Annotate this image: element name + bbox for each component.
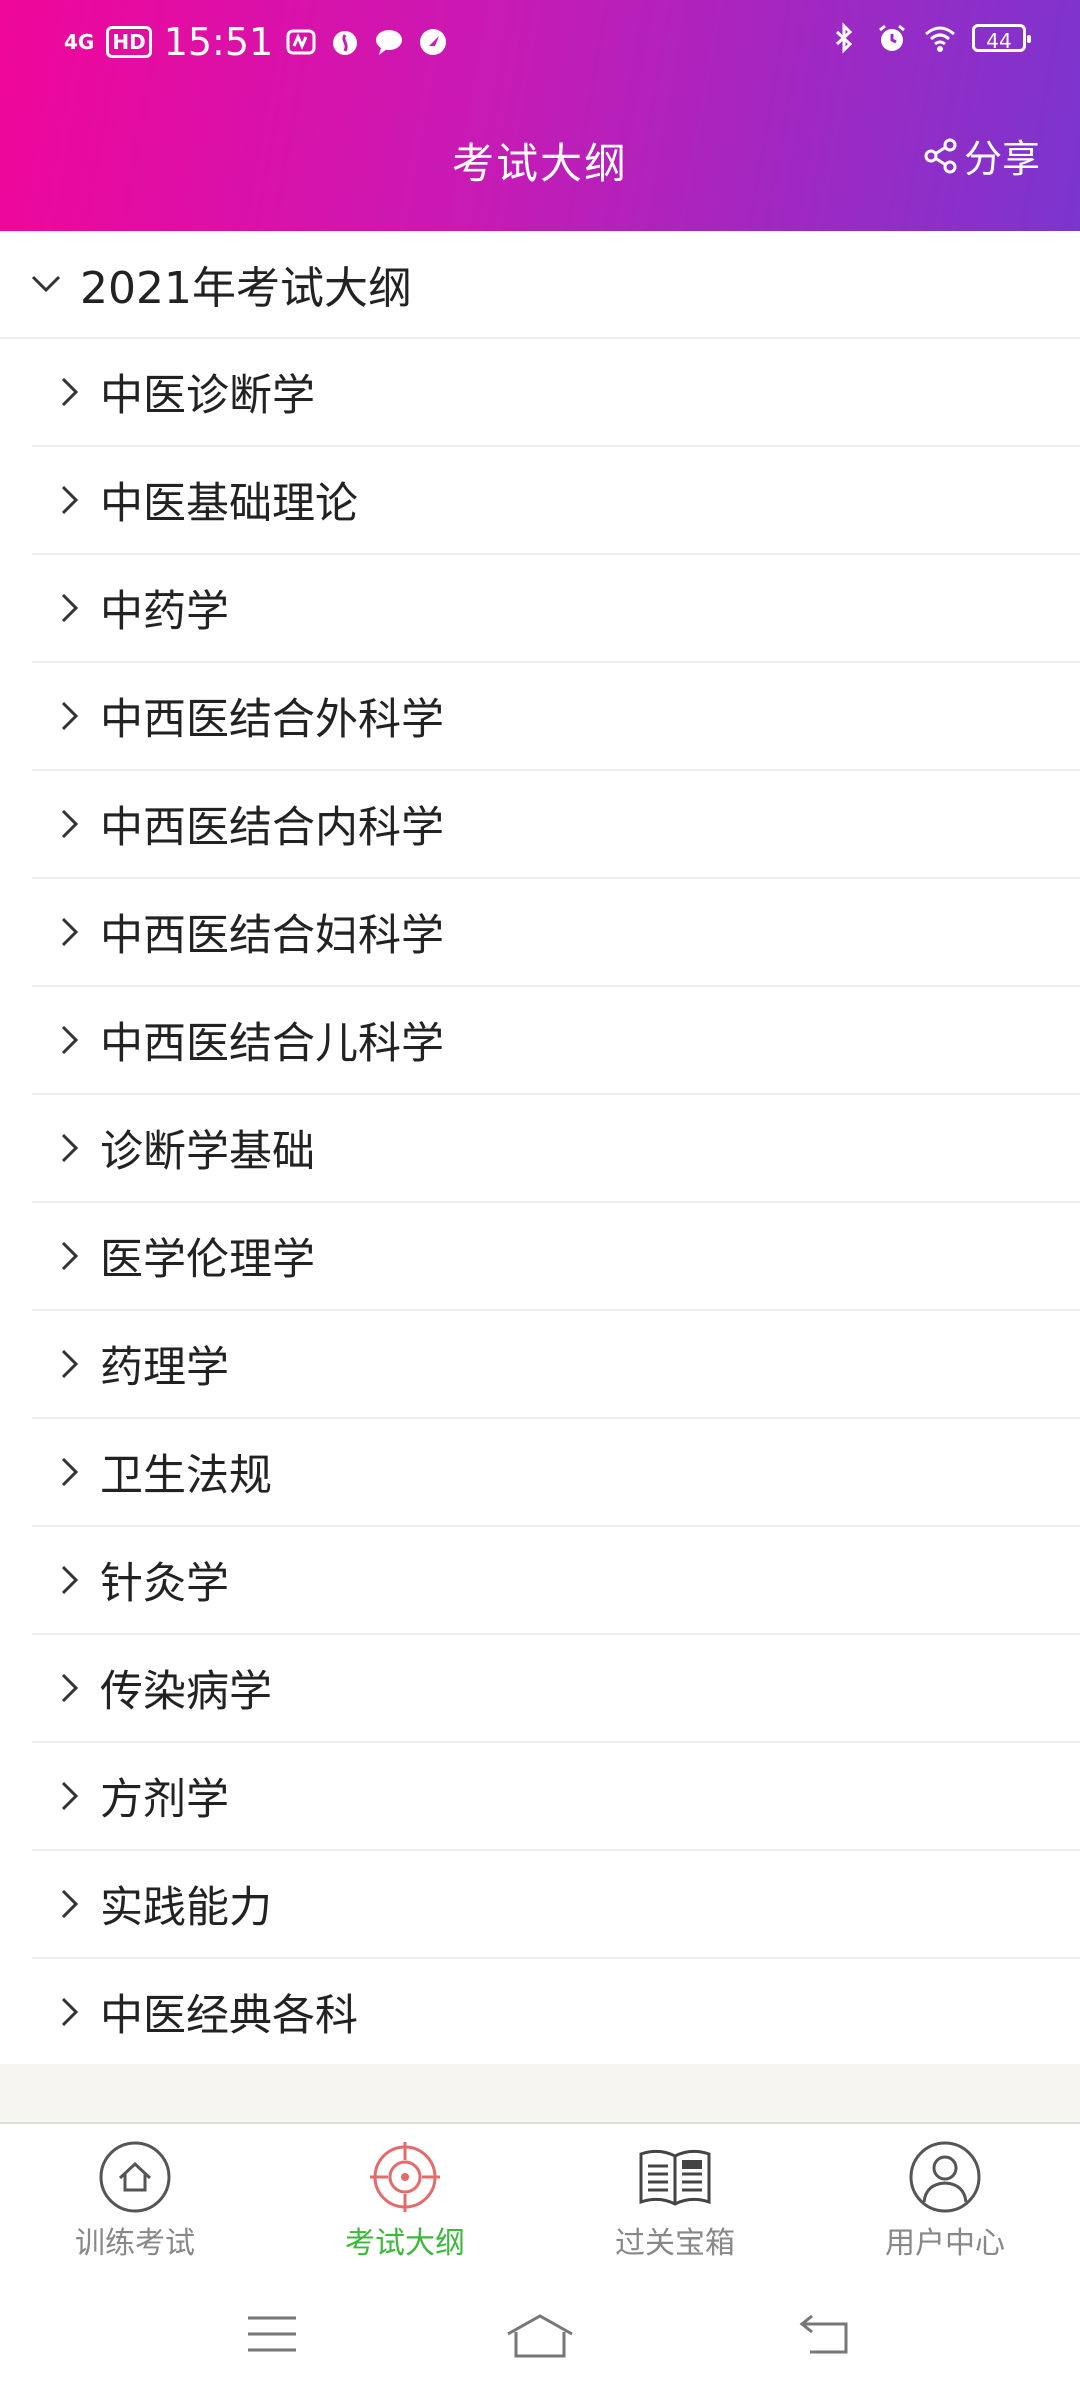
user-icon	[909, 2141, 981, 2213]
outline-item[interactable]: 中医经典各科	[32, 1959, 1080, 2067]
chevron-right-icon	[61, 1349, 79, 1379]
outline-item-label: 传染病学	[100, 1667, 272, 1717]
share-label: 分享	[963, 137, 1040, 181]
outline-item[interactable]: 针灸学	[32, 1527, 1080, 1635]
outline-item[interactable]: 中药学	[32, 555, 1080, 663]
bottom-tab-bar: 训练考试 考试大纲 过关宝箱 用户中心	[0, 2122, 1080, 2274]
bluetooth-icon	[835, 22, 853, 54]
outline-item[interactable]: 传染病学	[32, 1635, 1080, 1743]
compass-notification-icon	[420, 29, 447, 55]
tab-label: 考试大纲	[345, 2226, 465, 2261]
tab-treasure-box[interactable]: 过关宝箱	[540, 2124, 810, 2274]
chevron-down-icon	[31, 275, 61, 293]
chevron-right-icon	[61, 1889, 79, 1919]
outline-item[interactable]: 药理学	[32, 1311, 1080, 1419]
outline-item-label: 卫生法规	[100, 1451, 272, 1501]
home-nav-icon[interactable]	[504, 2312, 576, 2360]
chevron-right-icon	[61, 1457, 79, 1487]
tab-label: 过关宝箱	[615, 2226, 735, 2261]
status-time: 15:51	[163, 20, 274, 64]
chevron-right-icon	[61, 1781, 79, 1811]
system-navigation-bar	[0, 2272, 1080, 2400]
outline-item-label: 中医基础理论	[100, 479, 358, 529]
chevron-right-icon	[61, 1025, 79, 1055]
hd-badge: HD	[106, 26, 152, 58]
wifi-icon	[925, 26, 955, 52]
chevron-right-icon	[61, 1565, 79, 1595]
app-notification-icon	[286, 29, 316, 55]
tab-label: 用户中心	[885, 2226, 1005, 2261]
home-icon	[99, 2141, 171, 2213]
outline-item-label: 实践能力	[100, 1883, 272, 1933]
chevron-right-icon	[61, 1133, 79, 1163]
outline-item-label: 中西医结合内科学	[100, 803, 444, 853]
outline-item[interactable]: 中医基础理论	[32, 447, 1080, 555]
outline-item-label: 医学伦理学	[100, 1235, 315, 1285]
tab-training-exam[interactable]: 训练考试	[0, 2124, 270, 2274]
outline-item-label: 中医经典各科	[100, 1991, 358, 2041]
share-icon	[924, 138, 957, 173]
chevron-right-icon	[61, 1997, 79, 2027]
outline-item-label: 中西医结合妇科学	[100, 911, 444, 961]
outline-item[interactable]: 方剂学	[32, 1743, 1080, 1851]
app-header: 4G HD 15:51 44 考试大纲 分享	[0, 0, 1080, 231]
back-icon[interactable]	[796, 2312, 852, 2356]
message-notification-icon	[376, 30, 403, 55]
share-button[interactable]: 分享	[924, 128, 1040, 183]
outline-item[interactable]: 中医诊断学	[32, 339, 1080, 447]
chevron-right-icon	[61, 917, 79, 947]
page-title: 考试大纲	[451, 139, 628, 188]
chevron-right-icon	[61, 809, 79, 839]
outline-item[interactable]: 中西医结合儿科学	[32, 987, 1080, 1095]
target-icon	[370, 2142, 440, 2212]
list-footer-spacer	[0, 2064, 1080, 2124]
chevron-right-icon	[61, 1673, 79, 1703]
status-bar: 4G HD 15:51 44	[0, 0, 1080, 86]
battery-indicator: 44	[972, 24, 1031, 53]
chevron-right-icon	[61, 1241, 79, 1271]
tab-label: 训练考试	[75, 2226, 195, 2261]
outline-item-label: 针灸学	[100, 1559, 229, 1609]
outline-item-label: 中西医结合外科学	[100, 695, 444, 745]
outline-item[interactable]: 实践能力	[32, 1851, 1080, 1959]
outline-list: 2021年考试大纲 中医诊断学中医基础理论 中药学中西医结合外科学 中西医结合内科学…	[0, 231, 1080, 2067]
tab-user-center[interactable]: 用户中心	[810, 2124, 1080, 2274]
network-indicator: 4G	[64, 30, 95, 54]
outline-item[interactable]: 中西医结合妇科学	[32, 879, 1080, 987]
outline-item-label: 诊断学基础	[100, 1127, 315, 1177]
menu-icon[interactable]	[244, 2312, 300, 2356]
tab-exam-outline[interactable]: 考试大纲	[270, 2124, 540, 2274]
outline-item[interactable]: 医学伦理学	[32, 1203, 1080, 1311]
chevron-right-icon	[61, 377, 79, 407]
outline-item-label: 中西医结合儿科学	[100, 1019, 444, 1069]
outline-item-label: 方剂学	[100, 1775, 229, 1825]
chevron-right-icon	[61, 485, 79, 515]
outline-item[interactable]: 中西医结合内科学	[32, 771, 1080, 879]
outline-item[interactable]: 诊断学基础	[32, 1095, 1080, 1203]
outline-group-header[interactable]: 2021年考试大纲	[0, 231, 1080, 339]
alarm-icon	[879, 24, 905, 51]
outline-group-title: 2021年考试大纲	[80, 263, 412, 314]
outline-item[interactable]: 卫生法规	[32, 1419, 1080, 1527]
chevron-right-icon	[61, 593, 79, 623]
outline-item[interactable]: 中西医结合外科学	[32, 663, 1080, 771]
chevron-right-icon	[61, 701, 79, 731]
outline-item-label: 药理学	[100, 1343, 229, 1393]
fire-notification-icon	[333, 31, 358, 55]
outline-item-label: 中医诊断学	[100, 371, 315, 421]
outline-item-label: 中药学	[100, 587, 229, 637]
news-book-icon	[639, 2149, 711, 2206]
